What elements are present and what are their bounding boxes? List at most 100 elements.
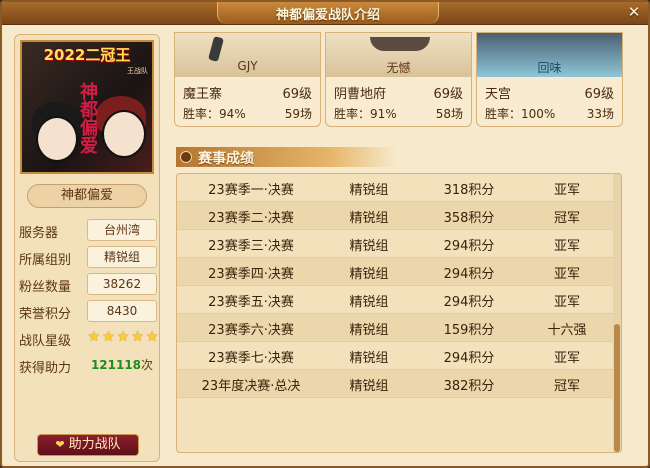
- opponent-win-rate: 胜率：91%: [334, 107, 397, 121]
- place-cell: 亚军: [553, 239, 580, 254]
- team-avatar: 2022二冠王 王战队 神都偏爱: [20, 40, 154, 174]
- group-cell: 精锐组: [349, 183, 389, 198]
- info-value: 台州湾: [87, 219, 157, 241]
- event-cell: 23赛季二·决赛: [208, 211, 294, 226]
- scroll-thumb[interactable]: [614, 324, 620, 452]
- star-icon: ★: [102, 329, 115, 345]
- table-row: 23赛季六·决赛 精锐组 159积分 十六强: [177, 314, 615, 342]
- info-label: 粉丝数量: [19, 280, 72, 295]
- opponent-win-rate: 胜率：100%: [485, 107, 556, 121]
- place-cell: 十六强: [547, 323, 587, 338]
- points-cell: 318积分: [443, 183, 495, 198]
- table-row: 23赛季七·决赛 精锐组 294积分 亚军: [177, 342, 615, 370]
- group-cell: 精锐组: [349, 267, 389, 282]
- group-cell: 精锐组: [349, 379, 389, 394]
- avatar-title: 2022二冠王: [43, 46, 131, 64]
- opponent-card[interactable]: GJY 魔王寨 69级 胜率：94% 59场: [174, 32, 321, 127]
- section-plate: 赛事成绩: [176, 147, 396, 167]
- results-section-header: 赛事成绩: [176, 147, 618, 167]
- opponent-level: 69级: [282, 87, 312, 102]
- group-cell: 精锐组: [349, 239, 389, 254]
- star-icon: ★: [145, 329, 159, 345]
- heart-icon: ❤: [55, 438, 65, 451]
- opponent-card[interactable]: 回味 天宫 69级 胜率：100% 33场: [476, 32, 623, 127]
- opponent-level: 69级: [584, 87, 614, 102]
- opponent-name: 阴曹地府: [334, 87, 387, 102]
- info-label: 所属组别: [19, 253, 72, 268]
- info-label: 服务器: [19, 226, 59, 241]
- team-intro-window: 神都偏爱战队介绍 ✕ 2022二冠王 王战队 神都偏爱 神都偏爱 服务器 台州湾…: [0, 0, 650, 468]
- opponent-win-rate: 胜率：94%: [183, 107, 246, 121]
- table-row: 23赛季二·决赛 精锐组 358积分 冠军: [177, 202, 615, 230]
- results-scrollbar[interactable]: [613, 174, 621, 452]
- opponent-level: 69级: [433, 87, 463, 102]
- team-name: 神都偏爱: [27, 184, 147, 208]
- points-cell: 382积分: [443, 379, 495, 394]
- place-cell: 亚军: [553, 295, 580, 310]
- group-cell: 精锐组: [349, 211, 389, 226]
- points-cell: 294积分: [443, 239, 495, 254]
- place-cell: 冠军: [553, 379, 580, 394]
- place-cell: 亚军: [553, 351, 580, 366]
- opponent-name: 天宫: [485, 87, 512, 102]
- table-row: 23年度决赛·总决 精锐组 382积分 冠军: [177, 370, 615, 398]
- boost-team-button[interactable]: ❤ 助力战队: [37, 434, 139, 456]
- table-row: 23赛季一·决赛 精锐组 318积分 亚军: [177, 174, 615, 202]
- points-cell: 294积分: [443, 267, 495, 282]
- info-row-server: 服务器 台州湾: [19, 219, 159, 243]
- points-cell: 159积分: [443, 323, 495, 338]
- avatar-face-right: [102, 110, 146, 158]
- info-label: 获得助力: [19, 361, 72, 376]
- avatar-calligraphy: 神都偏爱: [77, 82, 98, 154]
- title-plate: 神都偏爱战队介绍: [217, 2, 439, 24]
- points-cell: 294积分: [443, 295, 495, 310]
- event-cell: 23赛季三·决赛: [208, 239, 294, 254]
- window-title: 神都偏爱战队介绍: [275, 8, 380, 23]
- table-row: 23赛季五·决赛 精锐组 294积分 亚军: [177, 286, 615, 314]
- info-row-honor: 荣誉积分 8430: [19, 300, 159, 324]
- info-row-boost: 获得助力 121118次: [19, 354, 159, 378]
- place-cell: 亚军: [553, 267, 580, 282]
- avatar-badge: 王战队: [127, 67, 148, 75]
- creature-icon: [370, 37, 430, 51]
- place-cell: 亚军: [553, 183, 580, 198]
- avatar-face-left: [36, 116, 78, 162]
- opponent-name: 魔王寨: [183, 87, 223, 102]
- event-cell: 23年度决赛·总决: [201, 379, 301, 394]
- title-bar: 神都偏爱战队介绍 ✕: [2, 2, 648, 25]
- boost-count: 121118次: [87, 354, 157, 376]
- table-row: 23赛季四·决赛 精锐组 294积分 亚军: [177, 258, 615, 286]
- info-row-group: 所属组别 精锐组: [19, 246, 159, 270]
- event-cell: 23赛季一·决赛: [208, 183, 294, 198]
- star-icon: ★: [87, 329, 101, 345]
- star-icon: ★: [116, 329, 130, 345]
- opponent-games: 58场: [435, 107, 463, 121]
- opponent-tag: 无憾: [386, 61, 411, 75]
- opponent-cards: GJY 魔王寨 69级 胜率：94% 59场 无憾 阴曹地府 69级 胜率：91…: [174, 32, 624, 128]
- group-cell: 精锐组: [349, 295, 389, 310]
- event-cell: 23赛季七·决赛: [208, 351, 294, 366]
- boost-number: 121118: [90, 358, 142, 372]
- boost-button-label: 助力战队: [68, 437, 121, 452]
- place-cell: 冠军: [553, 211, 580, 226]
- event-cell: 23赛季六·决赛: [208, 323, 294, 338]
- team-profile-panel: 2022二冠王 王战队 神都偏爱 神都偏爱 服务器 台州湾 所属组别 精锐组 粉…: [14, 34, 160, 462]
- star-icon: ★: [131, 329, 144, 345]
- info-value: 38262: [87, 273, 157, 295]
- info-row-fans: 粉丝数量 38262: [19, 273, 159, 297]
- event-cell: 23赛季五·决赛: [208, 295, 294, 310]
- opponent-tag: 回味: [537, 61, 562, 75]
- group-cell: 精锐组: [349, 351, 389, 366]
- info-label: 战队星级: [19, 334, 72, 349]
- opponent-games: 33场: [586, 107, 614, 121]
- star-rating: ★ ★ ★ ★ ★: [87, 329, 159, 347]
- opponent-card[interactable]: 无憾 阴曹地府 69级 胜率：91% 58场: [325, 32, 472, 127]
- info-label: 荣誉积分: [19, 307, 72, 322]
- info-row-stars: 战队星级 ★ ★ ★ ★ ★: [19, 327, 159, 351]
- close-icon[interactable]: ✕: [626, 4, 642, 20]
- info-value: 精锐组: [87, 246, 157, 268]
- opponent-tag: GJY: [237, 59, 258, 73]
- opponent-games: 59场: [284, 107, 312, 121]
- results-table[interactable]: 23赛季一·决赛 精锐组 318积分 亚军 23赛季二·决赛 精锐组 358积分…: [176, 173, 622, 453]
- points-cell: 358积分: [443, 211, 495, 226]
